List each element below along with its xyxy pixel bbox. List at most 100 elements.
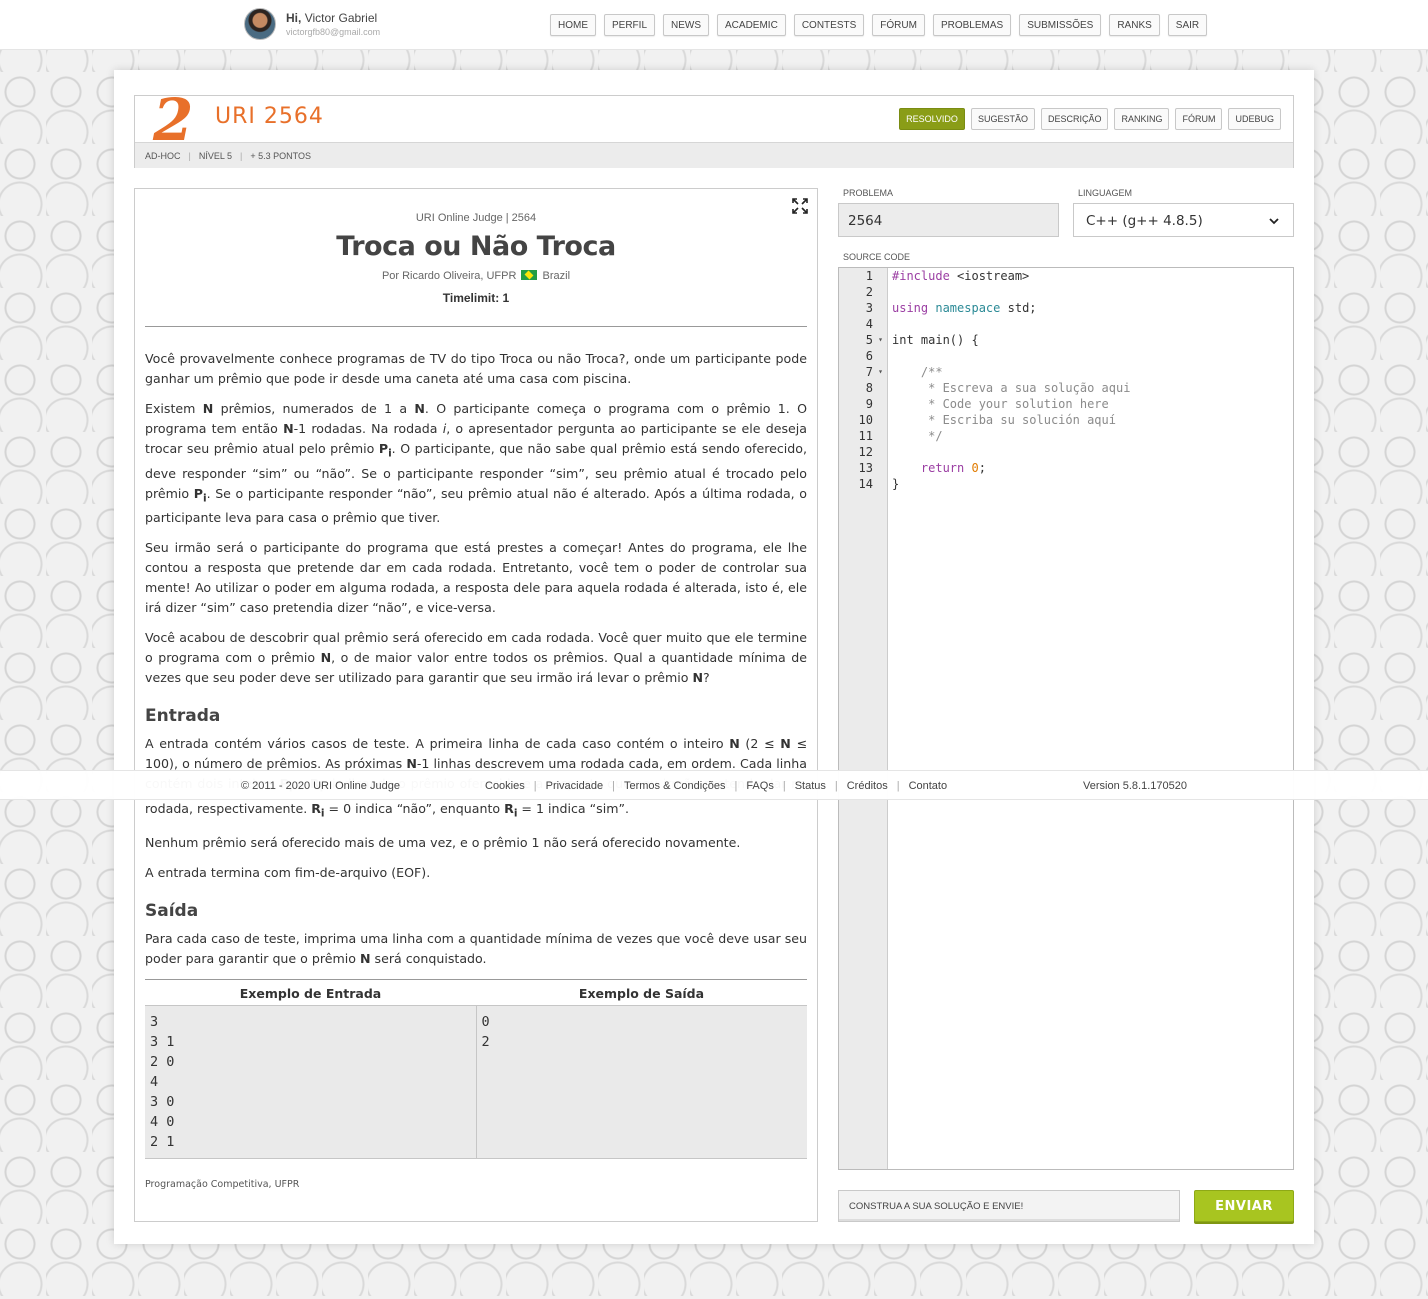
line-number: 14 [858,477,873,491]
top-navigation: HOME PERFIL NEWS ACADEMIC CONTESTS FÓRUM PROBL… [550,14,1208,36]
problem-tabs: RESOLVIDO SUGESTÃO DESCRIÇÃO RANKING FÓRUM UD… [899,108,1281,130]
tab-ranking[interactable]: RANKING [1114,108,1170,130]
line-number-gutter: 1234567891011121314 [839,268,888,1169]
user-email: victorgfb80@gmail.com [286,27,381,37]
tab-resolvido[interactable]: RESOLVIDO [899,108,965,130]
line-number: 11 [858,429,873,443]
footer-links: Cookies | Privacidade | Termos & Condições | F… [485,780,956,792]
code-area[interactable]: #include <iostream> using namespace std;… [892,268,1130,492]
nav-submissões[interactable]: SUBMISSÕES [1019,14,1102,36]
output-heading: Saída [145,901,199,922]
footer-link[interactable]: Cookies [485,780,534,792]
sample-output-header: Exemplo de Saída [578,986,705,1002]
description-paragraph: Você provavelmente conhece programas de … [145,351,807,386]
nav-perfil[interactable]: PERFIL [604,14,656,36]
samples-table: Exemplo de Entrada Exemplo de Saída 3 3 … [145,979,807,1160]
input-heading: Entrada [145,706,221,727]
chevron-down-icon [1269,218,1279,225]
user-avatar[interactable] [244,8,276,40]
user-greeting[interactable]: Hi, Victor Gabriel [286,11,377,25]
code-line: * Escriba su solución aquí [892,413,1116,427]
user-name: Victor Gabriel [304,11,378,25]
divider [145,326,807,327]
tab-sugestão[interactable]: SUGESTÃO [970,108,1035,130]
line-number: 3 [865,301,873,315]
language-value: C++ (g++ 4.8.5) [1086,213,1203,229]
line-number: 10 [858,413,873,427]
submit-hint: CONSTRUA A SUA SOLUÇÃO E ENVIE! [838,1190,1180,1222]
footer-link[interactable]: Termos & Condições [615,780,735,792]
problem-source: Programação Competitiva, UFPR [145,1179,300,1191]
description-paragraph: Existem N prêmios, numerados de 1 a N. O… [145,401,808,526]
submit-button[interactable]: ENVIAR [1194,1190,1294,1222]
code-line: } [892,477,900,491]
greeting-prefix: Hi, [286,11,302,25]
nav-contests[interactable]: CONTESTS [793,14,865,36]
problem-title: Troca ou Não Troca [336,231,616,262]
line-number: 5 [839,332,887,348]
code-line: #include <iostream> [892,269,1030,283]
nav-ranks[interactable]: RANKS [1109,14,1160,36]
line-number: 12 [858,445,873,459]
footer-link[interactable]: Privacidade [537,780,612,792]
problem-code: URI 2564 [215,104,324,129]
problem-meta: URI Online Judge | 2564 [415,212,537,224]
problem-author: Por Ricardo Oliveira, UFPR Brazil [135,270,817,282]
footer-link[interactable]: FAQs [737,780,783,792]
language-select[interactable]: C++ (g++ 4.8.5) [1073,203,1294,237]
language-field-label: LINGUAGEM [1078,188,1133,198]
description-panel: URI Online Judge | 2564 Troca ou Não Tro… [134,188,818,1222]
code-line: * Code your solution here [892,397,1109,411]
tab-descrição[interactable]: DESCRIÇÃO [1040,108,1109,130]
nav-problemas[interactable]: PROBLEMAS [932,14,1012,36]
points-tag: + 5.3 PONTOS [250,151,311,161]
line-number: 7 [839,364,887,380]
problem-header: 2 URI 2564 RESOLVIDO SUGESTÃO DESCRIÇÃO RAN… [134,86,1294,168]
sample-input: 3 3 1 2 0 4 3 0 4 0 2 1 [145,1005,477,1160]
separator: | [188,151,191,161]
code-editor[interactable]: 1234567891011121314 #include <iostream> … [838,267,1294,1170]
line-number: 2 [865,285,873,299]
top-bar: Hi, Victor Gabriel victorgfb80@gmail.com… [0,0,1428,50]
footer-link[interactable]: Créditos [838,780,897,792]
code-line: * Escreva a sua solução aqui [892,381,1131,395]
footer-version: Version 5.8.1.170520 [1083,780,1187,792]
nav-sair[interactable]: SAIR [1167,14,1208,36]
tab-fórum[interactable]: FÓRUM [1175,108,1223,130]
separator: | [240,151,243,161]
code-line: int main() { [892,333,979,347]
problem-field-label: PROBLEMA [843,188,894,198]
code-line: using namespace std; [892,301,1037,315]
nav-fórum[interactable]: FÓRUM [872,14,925,36]
footer-link[interactable]: Contato [900,780,957,792]
problem-id-input[interactable]: 2564 [838,203,1059,237]
code-line: return 0; [920,461,986,475]
footer-copyright: © 2011 - 2020 URI Online Judge [241,780,400,792]
line-number: 8 [865,381,873,395]
line-number: 13 [858,461,873,475]
input-paragraph: A entrada termina com fim-de-arquivo (EO… [145,865,431,881]
level-logo: 2 [153,86,193,154]
line-number: 6 [865,349,873,363]
author-country: Brazil [542,270,571,282]
nav-news[interactable]: NEWS [663,14,710,36]
level-tag: NÍVEL 5 [198,151,233,161]
description-paragraph: Você acabou de descobrir qual prêmio ser… [145,630,807,686]
code-line: */ [892,429,943,443]
nav-home[interactable]: HOME [550,14,596,36]
sample-input-header: Exemplo de Entrada [239,986,382,1002]
line-number: 4 [865,317,873,331]
sample-output: 0 2 [476,1005,807,1160]
code-line: /** [892,365,943,379]
nav-academic[interactable]: ACADEMIC [717,14,786,36]
line-number: 9 [865,397,873,411]
brazil-flag-icon [521,270,538,280]
category-tag[interactable]: AD-HOC [145,151,181,161]
input-paragraph: Nenhum prêmio será oferecido mais de uma… [145,835,741,851]
tab-udebug[interactable]: UDEBUG [1228,108,1281,130]
author-name: Por Ricardo Oliveira, UFPR [381,270,517,282]
footer-link[interactable]: Status [786,780,835,792]
